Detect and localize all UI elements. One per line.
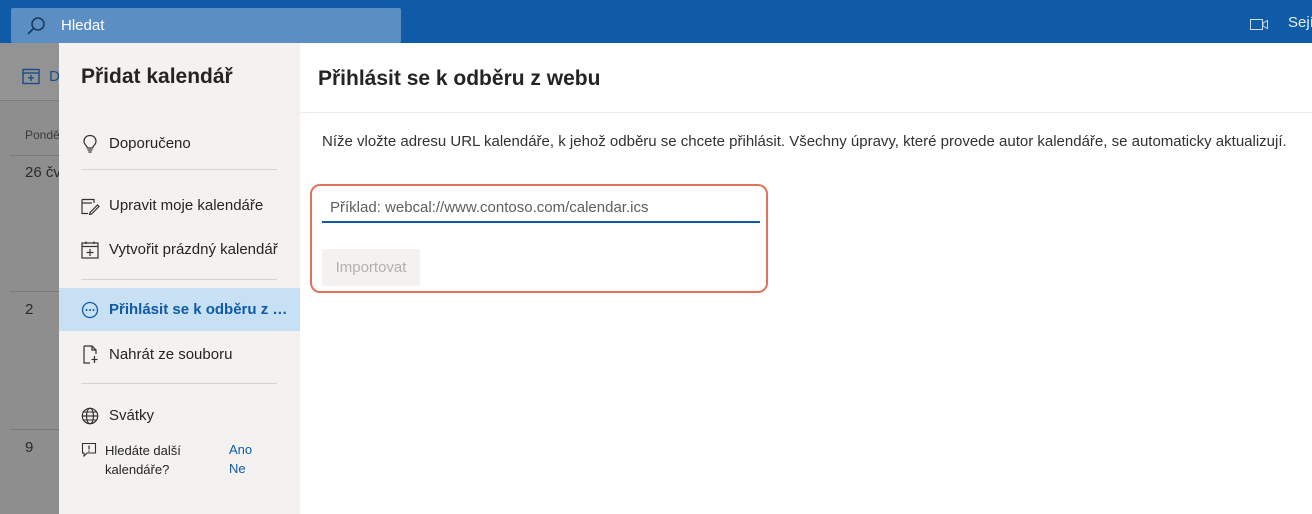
top-bar: Hledat Sejí bbox=[0, 0, 1312, 43]
nav-item-label: Přihlásit se k odběru z webu bbox=[109, 301, 294, 318]
instructions-text: Níže vložte adresu URL kalendáře, k jeho… bbox=[322, 133, 1287, 150]
add-calendar-icon bbox=[80, 240, 100, 260]
background-column-header: Pondě bbox=[25, 128, 60, 142]
feedback-no-link[interactable]: Ne bbox=[229, 461, 246, 476]
background-week-number: 26 čv bbox=[25, 164, 61, 181]
search-placeholder: Hledat bbox=[61, 17, 105, 34]
nav-item-upload-from-file[interactable]: Nahrát ze souboru bbox=[59, 333, 300, 376]
feedback-icon bbox=[81, 442, 97, 458]
feedback-question: Hledáte další kalendáře? bbox=[105, 443, 181, 477]
subscribe-icon bbox=[80, 300, 100, 320]
nav-item-label: Upravit moje kalendáře bbox=[109, 197, 264, 214]
search-icon bbox=[27, 16, 45, 35]
search-box[interactable]: Hledat bbox=[11, 8, 401, 43]
add-calendar-panel: Přidat kalendář Doporučeno Upravit moje … bbox=[59, 43, 300, 514]
nav-item-create-blank-calendar[interactable]: Vytvořit prázdný kalendář bbox=[59, 228, 300, 271]
background-week-number: 2 bbox=[25, 301, 34, 318]
page-title: Přihlásit se k odběru z webu bbox=[318, 67, 601, 90]
divider bbox=[10, 155, 60, 156]
divider bbox=[10, 429, 60, 430]
globe-icon bbox=[80, 406, 100, 426]
nav-item-suggested[interactable]: Doporučeno bbox=[59, 122, 300, 165]
background-toolbar: D bbox=[0, 43, 60, 101]
nav-item-label: Svátky bbox=[109, 407, 155, 424]
import-button[interactable]: Importovat bbox=[322, 249, 420, 286]
divider bbox=[81, 279, 277, 280]
divider bbox=[300, 112, 1312, 113]
upload-file-icon bbox=[80, 345, 100, 365]
nav-item-label: Vytvořit prázdný kalendář bbox=[109, 241, 278, 258]
lightbulb-icon bbox=[80, 134, 100, 154]
feedback-yes-link[interactable]: Ano bbox=[229, 442, 252, 457]
divider bbox=[81, 383, 277, 384]
video-camera-icon[interactable] bbox=[1250, 18, 1268, 31]
nav-item-label: Nahrát ze souboru bbox=[109, 346, 233, 363]
panel-title: Přidat kalendář bbox=[81, 65, 233, 88]
nav-item-label: Doporučeno bbox=[109, 135, 191, 152]
edit-calendar-icon bbox=[80, 196, 100, 216]
nav-item-holidays[interactable]: Svátky bbox=[59, 394, 300, 437]
nav-item-edit-calendars[interactable]: Upravit moje kalendáře bbox=[59, 184, 300, 227]
subscribe-web-pane: Přihlásit se k odběru z webu Níže vložte… bbox=[300, 43, 1312, 514]
divider bbox=[10, 291, 60, 292]
divider bbox=[81, 169, 277, 170]
calendar-url-input[interactable] bbox=[322, 193, 760, 223]
calendar-icon bbox=[22, 68, 40, 85]
background-week-number: 9 bbox=[25, 439, 34, 456]
meet-now-button[interactable]: Sejí bbox=[1288, 14, 1312, 31]
nav-item-subscribe-from-web[interactable]: Přihlásit se k odběru z webu bbox=[59, 288, 300, 331]
